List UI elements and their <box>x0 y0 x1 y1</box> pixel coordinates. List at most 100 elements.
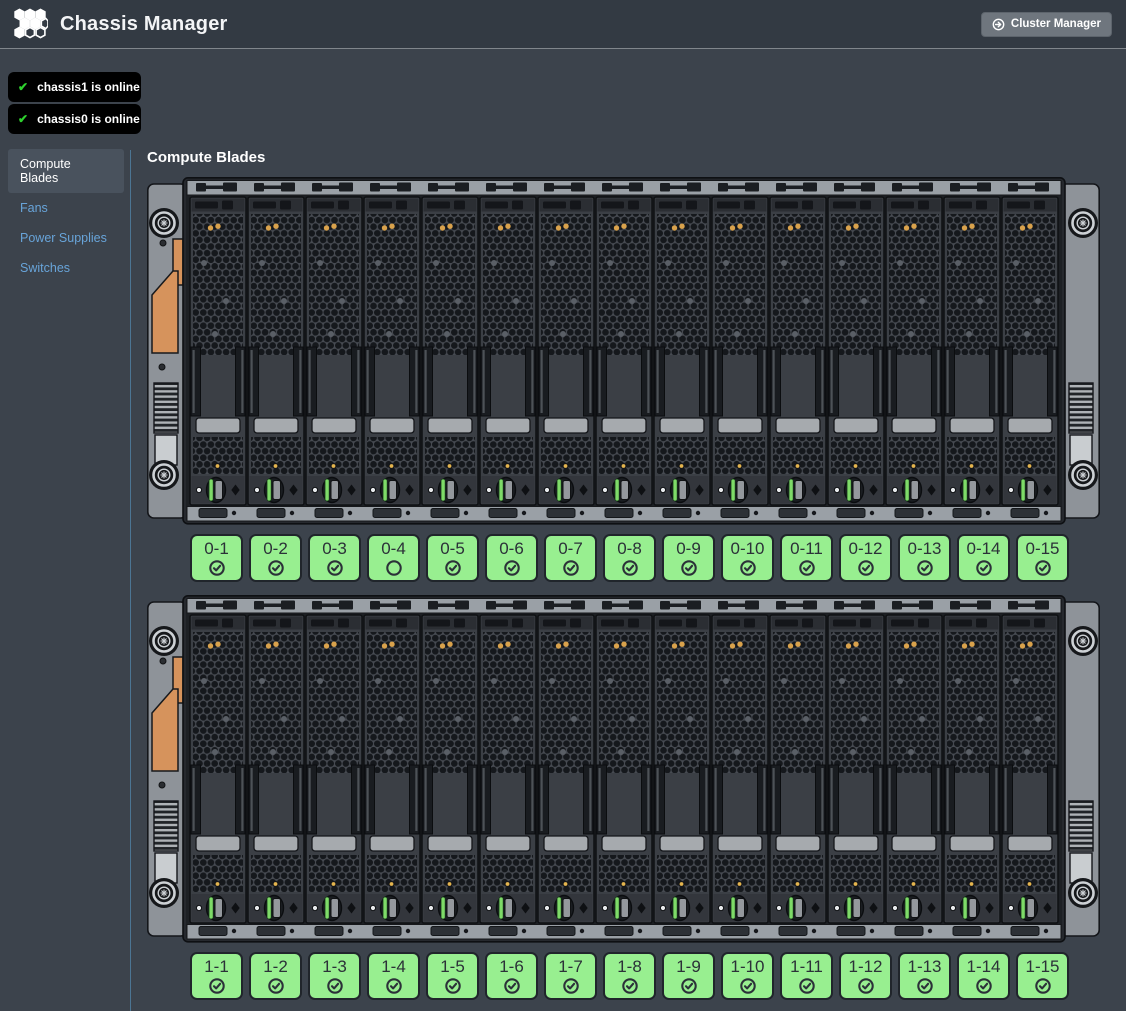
blade-button-1-2[interactable]: 1-2 <box>249 952 302 1000</box>
check-circle-icon <box>975 977 993 995</box>
blade-button-row-chassis0: 0-1 0-2 0-3 0-4 0-5 0-6 0-7 0-8 0-9 0-10… <box>190 534 1126 582</box>
check-icon: ✔ <box>18 113 28 125</box>
blade-button-1-13[interactable]: 1-13 <box>898 952 951 1000</box>
brand: Chassis Manager <box>12 8 228 40</box>
blade-illustration <box>596 615 652 923</box>
blade-illustration <box>422 197 478 505</box>
check-circle-icon <box>916 559 934 577</box>
blade-button-0-10[interactable]: 0-10 <box>721 534 774 582</box>
toast: ✔ chassis0 is online <box>8 104 141 134</box>
sidebar-item-switches[interactable]: Switches <box>8 253 124 283</box>
blade-button-0-12[interactable]: 0-12 <box>839 534 892 582</box>
blade-button-0-11[interactable]: 0-11 <box>780 534 833 582</box>
thumbscrew-icon <box>1068 460 1098 490</box>
blade-illustration <box>190 197 246 505</box>
check-circle-icon <box>562 559 580 577</box>
chassis-section-chassis0: 0-1 0-2 0-3 0-4 0-5 0-6 0-7 0-8 0-9 0-10… <box>147 177 1126 582</box>
circle-arrow-right-icon <box>992 18 1005 31</box>
thumbscrew-icon <box>1068 626 1098 656</box>
cluster-manager-label: Cluster Manager <box>1011 18 1101 30</box>
blade-button-0-6[interactable]: 0-6 <box>485 534 538 582</box>
blade-button-0-8[interactable]: 0-8 <box>603 534 656 582</box>
check-circle-icon <box>857 559 875 577</box>
blade-label: 1-1 <box>204 957 229 976</box>
blade-button-1-11[interactable]: 1-11 <box>780 952 833 1000</box>
blade-label: 0-10 <box>730 539 764 558</box>
blade-button-1-5[interactable]: 1-5 <box>426 952 479 1000</box>
blade-label: 0-4 <box>381 539 406 558</box>
thumbscrew-icon <box>149 208 179 238</box>
blade-illustration <box>712 197 768 505</box>
blade-illustration <box>944 197 1000 505</box>
blade-button-0-5[interactable]: 0-5 <box>426 534 479 582</box>
chassis-left-ear <box>148 602 187 936</box>
check-circle-icon <box>857 977 875 995</box>
thumbscrew-icon <box>149 878 179 908</box>
toast: ✔chassis1 is online <box>8 72 141 102</box>
app-logo-icon <box>12 8 48 40</box>
sidebar-item-power-supplies[interactable]: Power Supplies <box>8 223 124 253</box>
layout: Compute BladesFansPower SuppliesSwitches… <box>0 49 1126 1010</box>
sidebar-item-compute-blades[interactable]: Compute Blades <box>8 149 124 193</box>
blade-button-0-2[interactable]: 0-2 <box>249 534 302 582</box>
blade-illustration <box>828 615 884 923</box>
chassis-left-ear <box>148 184 187 518</box>
blade-button-1-1[interactable]: 1-1 <box>190 952 243 1000</box>
blade-button-1-12[interactable]: 1-12 <box>839 952 892 1000</box>
blade-illustration <box>248 197 304 505</box>
app-title: Chassis Manager <box>60 13 228 36</box>
blade-button-0-1[interactable]: 0-1 <box>190 534 243 582</box>
blade-label: 0-2 <box>263 539 288 558</box>
blade-button-1-7[interactable]: 1-7 <box>544 952 597 1000</box>
cluster-manager-button[interactable]: Cluster Manager <box>981 12 1112 37</box>
blade-button-1-15[interactable]: 1-15 <box>1016 952 1069 1000</box>
check-circle-icon <box>739 977 757 995</box>
blade-button-1-6[interactable]: 1-6 <box>485 952 538 1000</box>
blade-button-1-9[interactable]: 1-9 <box>662 952 715 1000</box>
check-circle-icon <box>503 559 521 577</box>
blade-button-1-8[interactable]: 1-8 <box>603 952 656 1000</box>
blade-button-0-15[interactable]: 0-15 <box>1016 534 1069 582</box>
blade-label: 1-14 <box>966 957 1000 976</box>
check-circle-icon <box>267 977 285 995</box>
blade-illustration <box>944 615 1000 923</box>
check-circle-icon <box>503 977 521 995</box>
check-circle-icon <box>621 977 639 995</box>
blade-label: 1-4 <box>381 957 406 976</box>
blade-button-1-10[interactable]: 1-10 <box>721 952 774 1000</box>
sidebar-nav: Compute BladesFansPower SuppliesSwitches <box>0 149 130 283</box>
blade-button-0-4[interactable]: 0-4 <box>367 534 420 582</box>
sidebar-item-fans[interactable]: Fans <box>8 193 124 223</box>
blade-label: 0-5 <box>440 539 465 558</box>
blade-button-0-13[interactable]: 0-13 <box>898 534 951 582</box>
blade-label: 1-9 <box>676 957 701 976</box>
blade-label: 1-10 <box>730 957 764 976</box>
check-icon: ✔ <box>18 81 28 93</box>
blade-button-1-14[interactable]: 1-14 <box>957 952 1010 1000</box>
blade-button-1-3[interactable]: 1-3 <box>308 952 361 1000</box>
blade-button-0-3[interactable]: 0-3 <box>308 534 361 582</box>
blade-button-0-14[interactable]: 0-14 <box>957 534 1010 582</box>
blade-illustration <box>190 615 246 923</box>
blade-button-1-4[interactable]: 1-4 <box>367 952 420 1000</box>
blade-button-0-9[interactable]: 0-9 <box>662 534 715 582</box>
blade-illustration <box>654 615 710 923</box>
blade-illustration <box>538 197 594 505</box>
blade-illustration <box>306 197 362 505</box>
check-circle-icon <box>798 559 816 577</box>
screen: Chassis Manager Cluster Manager ✔chassis… <box>0 0 1126 1011</box>
chassis0-illustration <box>147 177 1100 525</box>
toast-stack: ✔chassis1 is online✔chassis0 is online <box>8 72 141 136</box>
thumbscrew-icon <box>1068 208 1098 238</box>
blade-label: 0-3 <box>322 539 347 558</box>
blade-illustration <box>654 197 710 505</box>
blade-label: 1-7 <box>558 957 583 976</box>
blade-label: 0-13 <box>907 539 941 558</box>
blade-illustration <box>828 197 884 505</box>
check-circle-icon <box>621 559 639 577</box>
blade-button-0-7[interactable]: 0-7 <box>544 534 597 582</box>
blade-label: 0-8 <box>617 539 642 558</box>
chassis-right-ear <box>1060 602 1099 936</box>
blade-label: 1-15 <box>1025 957 1059 976</box>
toast-text: chassis0 is online <box>37 112 140 126</box>
